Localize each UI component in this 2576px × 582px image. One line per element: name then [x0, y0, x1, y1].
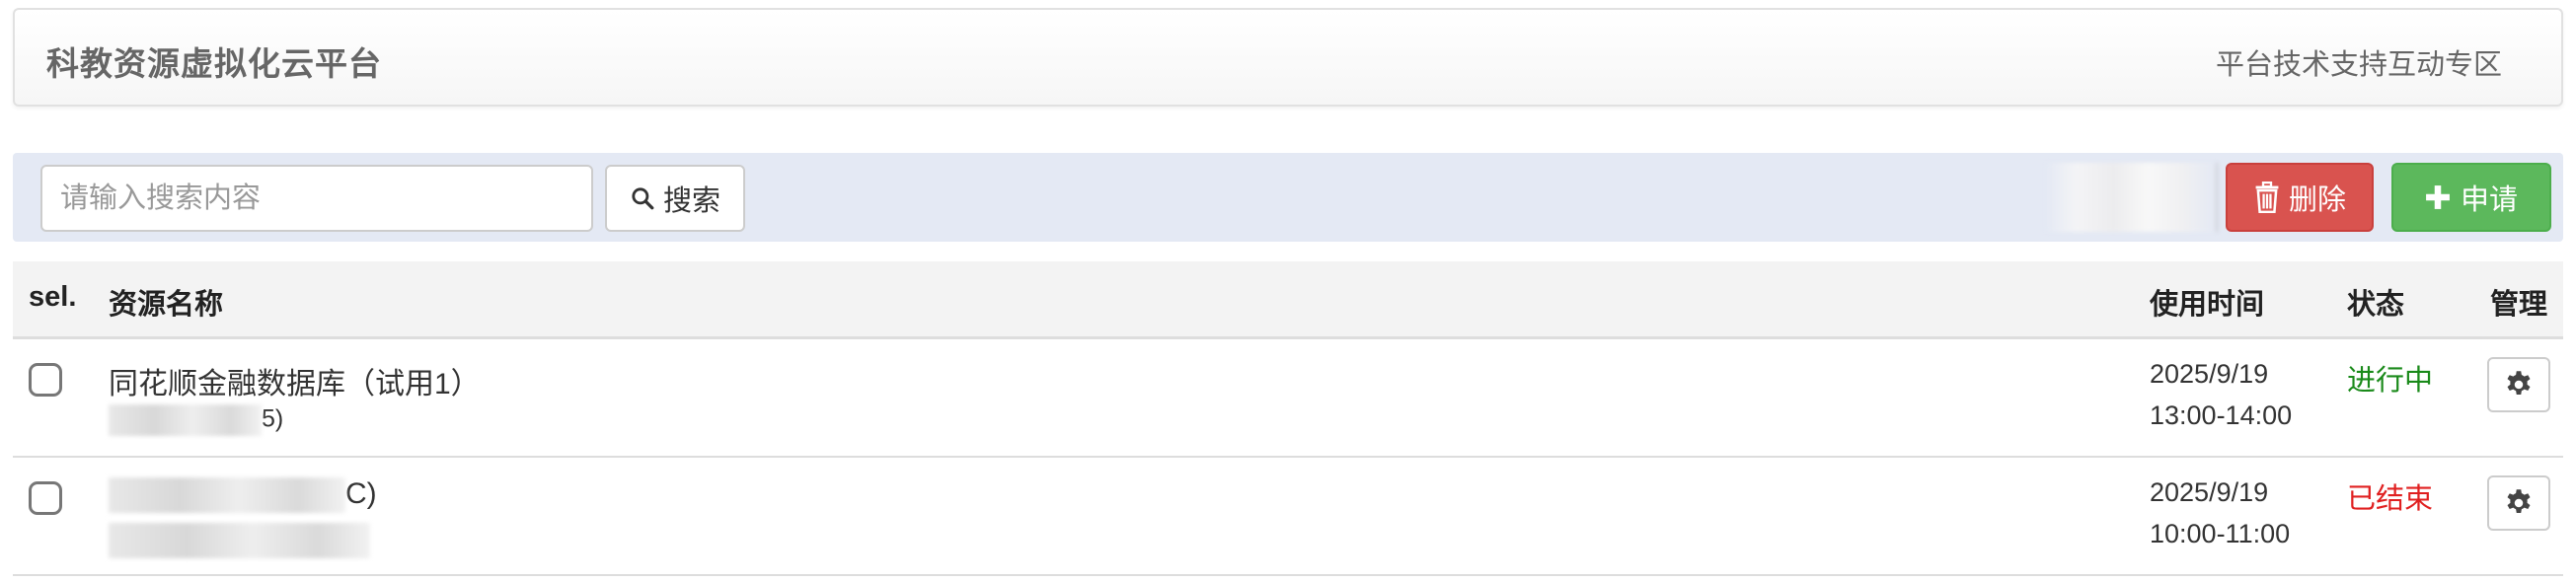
table-header: sel. 资源名称 使用时间 状态 管理 [13, 261, 2563, 339]
use-date: 2025/9/19 [2150, 359, 2269, 389]
resource-name: C) [109, 477, 377, 514]
brand-title[interactable]: 科教资源虚拟化云平台 [46, 37, 382, 85]
redacted-text [109, 404, 262, 436]
resource-name-suffix: C) [345, 477, 377, 510]
resource-subtitle: 5) [109, 404, 283, 436]
delete-button[interactable]: 删除 [2226, 163, 2374, 232]
search-button-label: 搜索 [662, 185, 720, 217]
resource-name: 同花顺金融数据库（试用1） [109, 368, 481, 400]
row-select-checkbox[interactable] [29, 363, 62, 397]
blurred-widget [2046, 163, 2218, 232]
resource-subtitle [109, 523, 370, 558]
status-badge: 进行中 [2347, 365, 2434, 397]
gear-icon [2507, 371, 2531, 395]
search-button[interactable]: 搜索 [605, 165, 745, 232]
col-status: 状态 [2347, 289, 2405, 321]
manage-button[interactable] [2487, 475, 2550, 531]
trash-icon [2255, 182, 2279, 213]
col-resource-name: 资源名称 [109, 289, 224, 321]
gear-icon [2507, 489, 2531, 513]
table-row: C) 2025/9/19 10:00-11:00 已结束 [13, 458, 2563, 576]
status-badge: 已结束 [2347, 483, 2434, 515]
search-input[interactable] [40, 165, 593, 232]
use-date: 2025/9/19 [2150, 477, 2269, 507]
use-timerange: 13:00-14:00 [2150, 400, 2293, 430]
support-link[interactable]: 平台技术支持互动专区 [2216, 41, 2502, 83]
resource-table: sel. 资源名称 使用时间 状态 管理 同花顺金融数据库（试用1） 5) 20… [13, 261, 2563, 576]
page: 科教资源虚拟化云平台 平台技术支持互动专区 搜索 删除 [0, 0, 2576, 582]
toolbar: 搜索 删除 申请 [13, 153, 2563, 242]
redacted-text [109, 523, 370, 558]
resource-subtitle-suffix: 5) [262, 404, 284, 433]
plus-icon [2426, 185, 2450, 209]
delete-button-label: 删除 [2288, 184, 2346, 216]
redacted-text [109, 477, 345, 514]
manage-button[interactable] [2487, 357, 2550, 412]
search-icon [632, 187, 654, 210]
apply-button[interactable]: 申请 [2391, 163, 2551, 232]
col-use-time: 使用时间 [2150, 289, 2265, 321]
use-timerange: 10:00-11:00 [2150, 519, 2291, 548]
apply-button-label: 申请 [2460, 184, 2518, 216]
col-sel: sel. [29, 281, 77, 313]
table-row: 同花顺金融数据库（试用1） 5) 2025/9/19 13:00-14:00 进… [13, 339, 2563, 458]
top-header: 科教资源虚拟化云平台 平台技术支持互动专区 [13, 8, 2563, 107]
row-select-checkbox[interactable] [29, 481, 62, 515]
col-manage: 管理 [2490, 289, 2548, 321]
